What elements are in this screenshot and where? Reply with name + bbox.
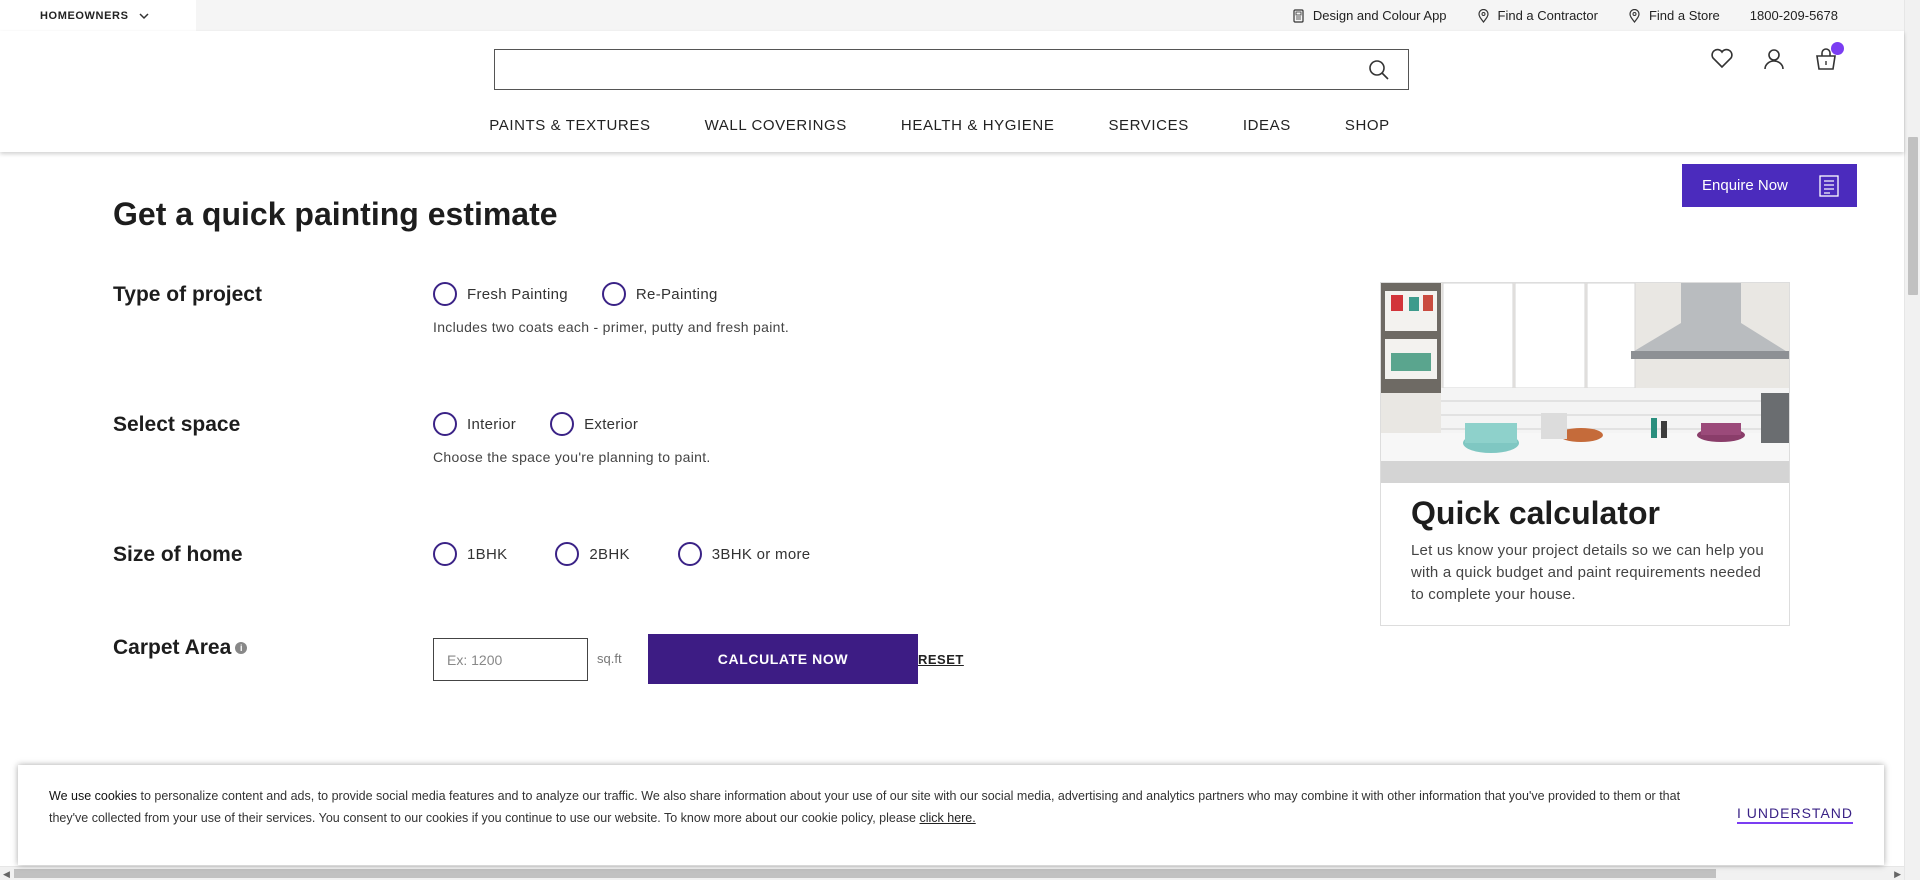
find-contractor-label: Find a Contractor [1497, 8, 1598, 23]
cookie-lead: We use cookies [49, 789, 138, 803]
design-colour-app-link[interactable]: Design and Colour App [1292, 8, 1447, 23]
phone-number[interactable]: 1800-209-5678 [1750, 8, 1838, 23]
cart-button[interactable] [1814, 42, 1844, 71]
search-icon[interactable] [1368, 59, 1390, 81]
project-type-label: Type of project [113, 283, 262, 306]
nav-health-hygiene[interactable]: HEALTH & HYGIENE [901, 117, 1055, 134]
option-exterior[interactable]: Exterior [550, 412, 638, 436]
option-label: 1BHK [467, 545, 508, 563]
heart-icon[interactable] [1710, 47, 1734, 71]
cookie-body: to personalize content and ads, to provi… [49, 789, 1681, 825]
i-understand-button[interactable]: I UNDERSTAND [1737, 805, 1853, 824]
find-store-label: Find a Store [1648, 8, 1720, 23]
cookie-banner: We use cookies to personalize content an… [18, 765, 1884, 865]
calculate-now-button[interactable]: CALCULATE NOW [648, 634, 918, 684]
find-store-link[interactable]: Find a Store [1628, 8, 1720, 23]
nav-ideas[interactable]: IDEAS [1243, 117, 1291, 134]
nav-services[interactable]: SERVICES [1108, 117, 1188, 134]
scroll-left-icon[interactable]: ◀ [3, 867, 10, 881]
cookie-policy-link[interactable]: click here. [919, 811, 975, 825]
home-size-label: Size of home [113, 543, 243, 566]
carpet-area-label: Carpet Area [113, 636, 232, 659]
option-re-painting[interactable]: Re-Painting [601, 282, 718, 306]
option-label: 2BHK [589, 545, 630, 563]
radio-button[interactable] [550, 412, 575, 436]
cart-badge [1831, 42, 1844, 55]
nav-paints-textures[interactable]: PAINTS & TEXTURES [489, 117, 650, 134]
option-1bhk[interactable]: 1BHK [433, 542, 507, 566]
space-options: Interior Exterior [433, 412, 638, 436]
reset-link[interactable]: RESET [918, 652, 964, 667]
option-label: Re-Painting [635, 285, 718, 303]
location-pin-icon [1477, 8, 1489, 23]
location-pin-icon [1629, 8, 1640, 23]
radio-button[interactable] [677, 542, 702, 566]
kitchen-image [1381, 283, 1789, 483]
page-title: Get a quick painting estimate [113, 196, 558, 232]
radio-button[interactable] [433, 412, 457, 436]
space-hint: Choose the space you're planning to pain… [433, 449, 711, 465]
enquire-now-label: Enquire Now [1702, 177, 1788, 194]
scrollbar-thumb[interactable] [14, 869, 1716, 878]
scroll-right-icon[interactable]: ▶ [1894, 867, 1901, 881]
main-nav: PAINTS & TEXTURES WALL COVERINGS HEALTH … [0, 117, 1904, 134]
nav-wall-coverings[interactable]: WALL COVERINGS [705, 117, 847, 134]
card-title: Quick calculator [1411, 495, 1660, 531]
option-3bhk-or-more[interactable]: 3BHK or more [677, 542, 811, 566]
horizontal-scrollbar[interactable]: ◀ ▶ [0, 866, 1904, 880]
option-label: Fresh Painting [467, 285, 568, 303]
option-fresh-painting[interactable]: Fresh Painting [433, 282, 568, 306]
info-icon[interactable]: i [235, 642, 248, 655]
user-icon[interactable] [1762, 47, 1786, 71]
vertical-scrollbar[interactable] [1904, 0, 1920, 880]
phone-number-label: 1800-209-5678 [1749, 8, 1838, 23]
carpet-area-input[interactable] [433, 638, 588, 681]
design-colour-app-label: Design and Colour App [1312, 8, 1447, 23]
search-input[interactable] [494, 49, 1409, 90]
space-label: Select space [113, 413, 241, 436]
phone-app-icon [1293, 8, 1304, 23]
radio-button[interactable] [601, 282, 626, 306]
quick-calculator-card: Quick calculator Let us know your projec… [1380, 282, 1790, 626]
radio-button[interactable] [433, 282, 457, 306]
option-interior[interactable]: Interior [433, 412, 516, 436]
find-contractor-link[interactable]: Find a Contractor [1477, 8, 1598, 23]
project-type-options: Fresh Painting Re-Painting [433, 282, 718, 306]
option-label: Interior [467, 415, 517, 433]
option-label: 3BHK or more [711, 545, 811, 563]
card-description: Let us know your project details so we c… [1411, 542, 1764, 603]
option-label: Exterior [584, 415, 639, 433]
project-type-hint: Includes two coats each - primer, putty … [433, 319, 790, 335]
home-size-options: 1BHK 2BHK 3BHK or more [433, 542, 810, 566]
carpet-area-unit: sq.ft [597, 651, 622, 666]
chevron-down-icon [138, 12, 149, 19]
audience-label: HOMEOWNERS [40, 9, 129, 22]
utility-bar: HOMEOWNERS Design and Colour App Find a … [0, 0, 1904, 31]
site-header: PAINTS & TEXTURES WALL COVERINGS HEALTH … [0, 31, 1904, 152]
cookie-text: We use cookies to personalize content an… [49, 785, 1699, 829]
enquire-now-button[interactable]: Enquire Now [1682, 164, 1857, 207]
audience-selector[interactable]: HOMEOWNERS [0, 0, 196, 31]
radio-button[interactable] [433, 542, 457, 566]
carpet-area-row-label: Carpet Area i [113, 636, 248, 660]
scrollbar-thumb[interactable] [1908, 137, 1918, 295]
nav-shop[interactable]: SHOP [1345, 117, 1390, 134]
document-icon [1819, 175, 1839, 197]
radio-button[interactable] [555, 542, 580, 566]
option-2bhk[interactable]: 2BHK [555, 542, 629, 566]
